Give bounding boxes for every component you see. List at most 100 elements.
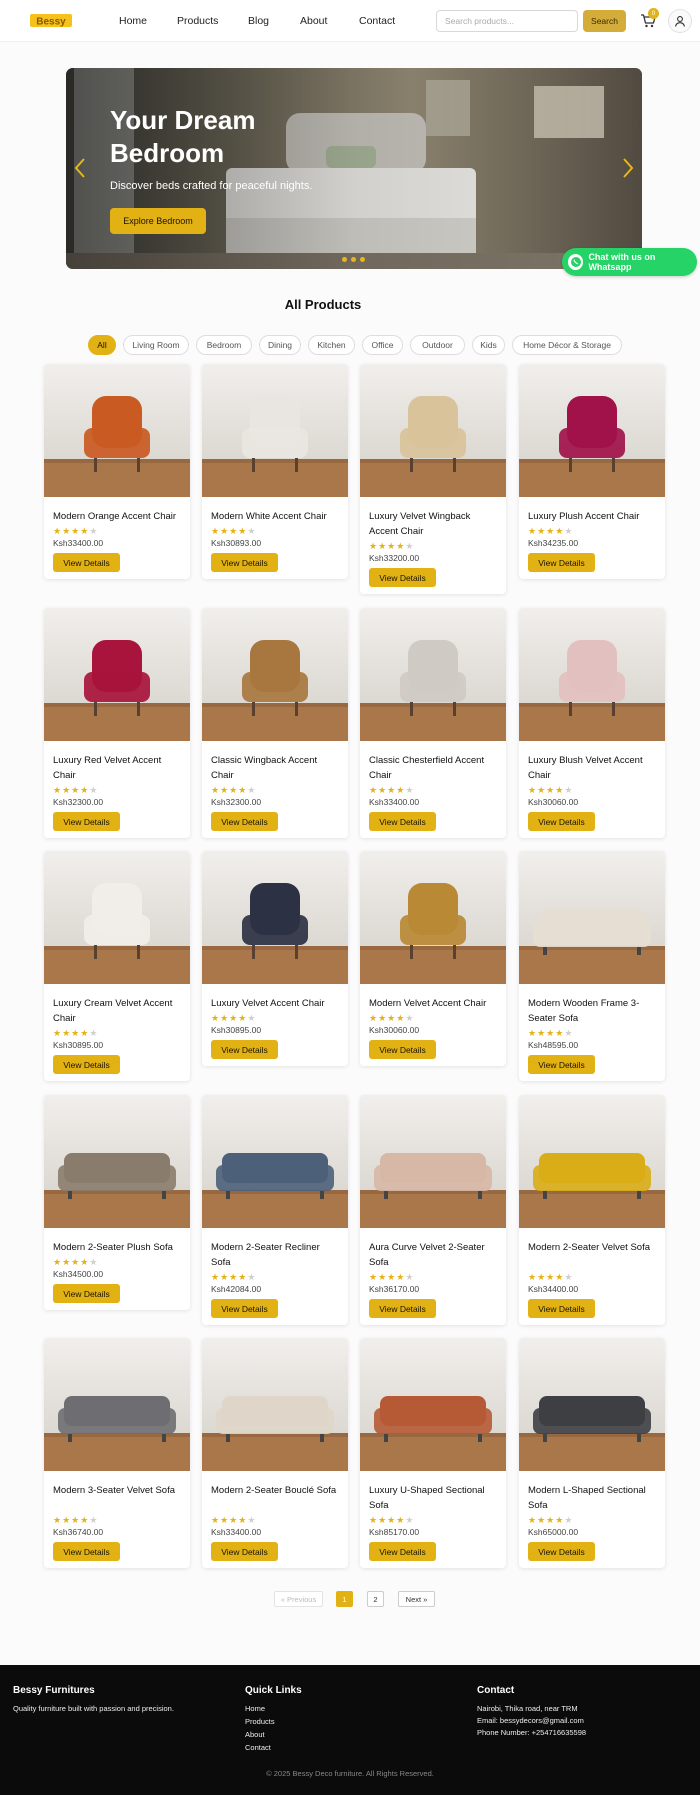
product-card[interactable]: Modern Velvet Accent Chair ★★★★★ Ksh30060.…: [360, 851, 506, 1066]
product-image[interactable]: [44, 364, 190, 497]
product-card[interactable]: Luxury Velvet Accent Chair ★★★★★ Ksh30895.…: [202, 851, 348, 1066]
product-name[interactable]: Modern White Accent Chair: [211, 509, 341, 524]
product-name[interactable]: Luxury Red Velvet Accent Chair: [53, 753, 183, 783]
product-name[interactable]: Modern Orange Accent Chair: [53, 509, 183, 524]
whatsapp-chat-button[interactable]: Chat with us on Whatsapp: [562, 248, 697, 276]
product-card[interactable]: Classic Wingback Accent Chair ★★★★★ Ksh323…: [202, 608, 348, 838]
view-details-button[interactable]: View Details: [211, 553, 278, 572]
product-card[interactable]: Modern 2-Seater Plush Sofa ★★★★★ Ksh34500.…: [44, 1095, 190, 1310]
view-details-button[interactable]: View Details: [528, 553, 595, 572]
nav-contact[interactable]: Contact: [359, 15, 395, 27]
product-card[interactable]: Luxury Plush Accent Chair ★★★★★ Ksh34235.0…: [519, 364, 665, 579]
footer-link-products[interactable]: Products: [245, 1716, 275, 1729]
product-name[interactable]: Modern 2-Seater Bouclé Sofa: [211, 1483, 341, 1498]
product-card[interactable]: Modern 2-Seater Velvet Sofa ★★★★★ Ksh34400…: [519, 1095, 665, 1325]
product-name[interactable]: Aura Curve Velvet 2-Seater Sofa: [369, 1240, 499, 1270]
product-image[interactable]: [360, 1338, 506, 1471]
product-image[interactable]: [519, 364, 665, 497]
nav-home[interactable]: Home: [119, 15, 147, 27]
view-details-button[interactable]: View Details: [53, 1055, 120, 1074]
product-image[interactable]: [360, 851, 506, 984]
category-chip[interactable]: Kids: [472, 335, 505, 355]
category-chip[interactable]: Living Room: [123, 335, 189, 355]
product-name[interactable]: Luxury Cream Velvet Accent Chair: [53, 996, 183, 1026]
footer-phone[interactable]: Phone Number: +254716635598: [477, 1727, 586, 1740]
category-chip[interactable]: All: [88, 335, 116, 355]
product-card[interactable]: Modern L-Shaped Sectional Sofa ★★★★★ Ksh65…: [519, 1338, 665, 1568]
product-image[interactable]: [202, 851, 348, 984]
search-input[interactable]: [436, 10, 578, 32]
pagination-page-2[interactable]: 2: [367, 1591, 384, 1607]
category-chip[interactable]: Outdoor: [410, 335, 465, 355]
product-card[interactable]: Luxury Velvet Wingback Accent Chair ★★★★★…: [360, 364, 506, 594]
product-image[interactable]: [202, 608, 348, 741]
product-name[interactable]: Classic Chesterfield Accent Chair: [369, 753, 499, 783]
view-details-button[interactable]: View Details: [369, 812, 436, 831]
carousel-dot[interactable]: [342, 257, 347, 262]
footer-link-contact[interactable]: Contact: [245, 1742, 271, 1755]
category-chip[interactable]: Dining: [259, 335, 301, 355]
product-image[interactable]: [202, 1095, 348, 1228]
product-card[interactable]: Luxury Blush Velvet Accent Chair ★★★★★ Ksh…: [519, 608, 665, 838]
product-card[interactable]: Aura Curve Velvet 2-Seater Sofa ★★★★★ Ksh3…: [360, 1095, 506, 1325]
product-card[interactable]: Modern 2-Seater Recliner Sofa ★★★★★ Ksh420…: [202, 1095, 348, 1325]
category-chip[interactable]: Home Décor & Storage: [512, 335, 622, 355]
carousel-dot[interactable]: [351, 257, 356, 262]
view-details-button[interactable]: View Details: [369, 1040, 436, 1059]
product-image[interactable]: [44, 608, 190, 741]
pagination-previous[interactable]: « Previous: [274, 1591, 323, 1607]
product-name[interactable]: Modern Wooden Frame 3-Seater Sofa: [528, 996, 658, 1026]
product-name[interactable]: Modern 2-Seater Plush Sofa: [53, 1240, 183, 1255]
product-image[interactable]: [202, 364, 348, 497]
nav-blog[interactable]: Blog: [248, 15, 269, 27]
product-image[interactable]: [44, 1338, 190, 1471]
pagination-page-1[interactable]: 1: [336, 1591, 353, 1607]
product-name[interactable]: Luxury Velvet Wingback Accent Chair: [369, 509, 499, 539]
product-card[interactable]: Luxury Red Velvet Accent Chair ★★★★★ Ksh32…: [44, 608, 190, 838]
product-card[interactable]: Modern Wooden Frame 3-Seater Sofa ★★★★★ Ks…: [519, 851, 665, 1081]
product-name[interactable]: Modern L-Shaped Sectional Sofa: [528, 1483, 658, 1513]
brand-logo[interactable]: Bessy: [30, 12, 72, 29]
product-name[interactable]: Modern 2-Seater Recliner Sofa: [211, 1240, 341, 1270]
view-details-button[interactable]: View Details: [211, 1542, 278, 1561]
product-name[interactable]: Modern 3-Seater Velvet Sofa: [53, 1483, 183, 1498]
product-name[interactable]: Luxury Velvet Accent Chair: [211, 996, 341, 1011]
product-name[interactable]: Modern Velvet Accent Chair: [369, 996, 499, 1011]
product-image[interactable]: [519, 851, 665, 984]
nav-products[interactable]: Products: [177, 15, 218, 27]
view-details-button[interactable]: View Details: [528, 1299, 595, 1318]
carousel-dot[interactable]: [360, 257, 365, 262]
explore-bedroom-button[interactable]: Explore Bedroom: [110, 208, 206, 234]
footer-link-home[interactable]: Home: [245, 1703, 265, 1716]
product-card[interactable]: Modern White Accent Chair ★★★★★ Ksh30893.0…: [202, 364, 348, 579]
view-details-button[interactable]: View Details: [528, 1055, 595, 1074]
view-details-button[interactable]: View Details: [211, 1299, 278, 1318]
search-button[interactable]: Search: [583, 10, 626, 32]
view-details-button[interactable]: View Details: [369, 568, 436, 587]
product-card[interactable]: Classic Chesterfield Accent Chair ★★★★★ Ks…: [360, 608, 506, 838]
product-image[interactable]: [44, 1095, 190, 1228]
product-image[interactable]: [202, 1338, 348, 1471]
view-details-button[interactable]: View Details: [528, 1542, 595, 1561]
user-account-button[interactable]: [668, 9, 692, 33]
product-card[interactable]: Luxury Cream Velvet Accent Chair ★★★★★ Ksh…: [44, 851, 190, 1081]
category-chip[interactable]: Bedroom: [196, 335, 252, 355]
view-details-button[interactable]: View Details: [211, 1040, 278, 1059]
footer-email[interactable]: Email: bessydecors@gmail.com: [477, 1715, 584, 1728]
product-name[interactable]: Luxury Blush Velvet Accent Chair: [528, 753, 658, 783]
view-details-button[interactable]: View Details: [528, 812, 595, 831]
category-chip[interactable]: Office: [362, 335, 403, 355]
view-details-button[interactable]: View Details: [53, 812, 120, 831]
product-image[interactable]: [519, 1095, 665, 1228]
product-name[interactable]: Modern 2-Seater Velvet Sofa: [528, 1240, 658, 1255]
product-image[interactable]: [360, 1095, 506, 1228]
product-name[interactable]: Luxury Plush Accent Chair: [528, 509, 658, 524]
product-card[interactable]: Luxury U-Shaped Sectional Sofa ★★★★★ Ksh85…: [360, 1338, 506, 1568]
product-image[interactable]: [519, 1338, 665, 1471]
view-details-button[interactable]: View Details: [53, 1542, 120, 1561]
product-image[interactable]: [360, 608, 506, 741]
product-name[interactable]: Luxury U-Shaped Sectional Sofa: [369, 1483, 499, 1513]
hero-prev-arrow-icon[interactable]: [72, 156, 88, 180]
product-image[interactable]: [519, 608, 665, 741]
view-details-button[interactable]: View Details: [53, 1284, 120, 1303]
